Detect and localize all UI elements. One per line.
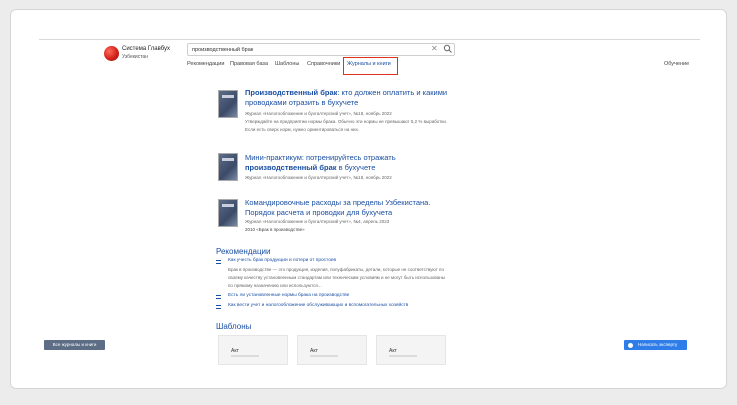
all-journals-button[interactable]: Все журналы и книги — [44, 340, 105, 350]
tab-templates[interactable]: Шаблоны — [275, 61, 299, 67]
list-icon — [216, 260, 221, 264]
article-source: Журнал «Налогообложение и бухгалтерский … — [245, 219, 390, 224]
tab-recommendations[interactable]: Рекомендации — [187, 61, 224, 67]
template-line — [310, 355, 338, 357]
journal-cover-thumbnail[interactable] — [218, 199, 238, 227]
top-divider — [39, 39, 700, 40]
search-icon[interactable] — [443, 44, 453, 54]
brand-name[interactable]: Система Главбух — [122, 46, 170, 52]
journal-cover-thumbnail[interactable] — [218, 90, 238, 118]
list-icon — [216, 295, 221, 299]
article-source: Журнал «Налогообложение и бухгалтерский … — [245, 111, 392, 116]
search-box — [187, 43, 455, 56]
list-icon — [216, 305, 221, 309]
article-title[interactable]: Командировочные расходы за пределы Узбек… — [245, 198, 455, 218]
highlight-box — [343, 57, 398, 75]
write-expert-label: Написать эксперту — [638, 342, 678, 347]
tab-reference[interactable]: Справочники — [307, 61, 340, 67]
template-card[interactable] — [218, 335, 288, 365]
learning-link[interactable]: Обучение — [664, 61, 689, 67]
template-label: Акт — [231, 348, 239, 354]
article-title[interactable]: Мини-практикум: потренируйтесь отражать … — [245, 153, 455, 173]
brand-logo[interactable] — [104, 46, 119, 61]
template-card[interactable] — [297, 335, 367, 365]
tab-legal-base[interactable]: Правовая база — [230, 61, 268, 67]
template-label: Акт — [310, 348, 318, 354]
article-title[interactable]: Производственный брак: кто должен оплати… — [245, 88, 455, 108]
brand-region: Узбекистан — [122, 54, 148, 60]
clear-icon[interactable]: ✕ — [431, 44, 438, 54]
template-label: Акт — [389, 348, 397, 354]
write-expert-button[interactable]: Написать эксперту — [624, 340, 687, 350]
search-input[interactable] — [192, 46, 422, 54]
recommendations-heading: Рекомендации — [216, 247, 271, 256]
recommendation-snippet: Брак в производстве — это продукция, изд… — [228, 267, 445, 288]
journal-cover-thumbnail[interactable] — [218, 153, 238, 181]
template-card[interactable] — [376, 335, 446, 365]
chat-icon — [628, 342, 633, 348]
template-line — [389, 355, 417, 357]
templates-heading: Шаблоны — [216, 322, 252, 331]
recommendation-link[interactable]: Как вести учет и налогообложение обслужи… — [228, 303, 408, 308]
recommendation-link[interactable]: Как учесть брак продукции и потери от пр… — [228, 258, 336, 263]
recommendation-link[interactable]: Есть ли установленные нормы брака на про… — [228, 293, 349, 298]
article-snippet: Утверждайте на предприятии нормы брака. … — [245, 119, 447, 132]
article-extra: 2010 «Брак в производстве» — [245, 227, 305, 232]
article-source: Журнал «Налогообложение и бухгалтерский … — [245, 175, 392, 180]
template-line — [231, 355, 259, 357]
